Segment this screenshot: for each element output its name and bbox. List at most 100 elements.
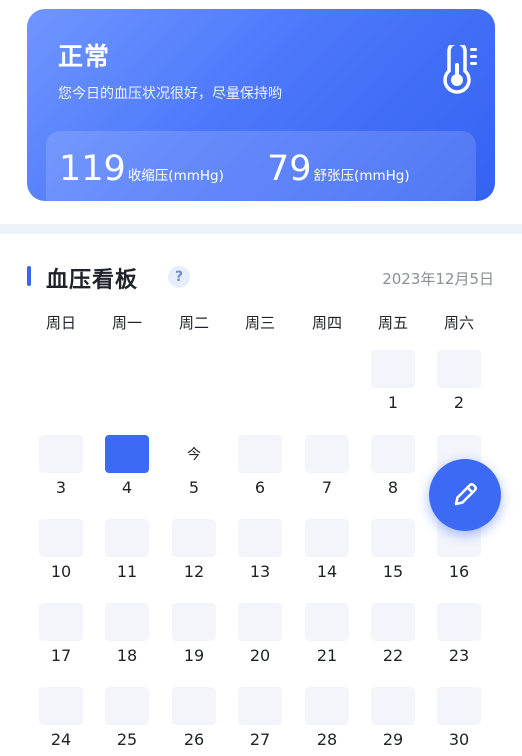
calendar-day[interactable]: 21 xyxy=(305,603,349,671)
day-reading-box[interactable] xyxy=(238,435,282,473)
help-icon[interactable]: ? xyxy=(168,266,190,288)
day-number: 17 xyxy=(50,646,72,665)
day-reading-box[interactable] xyxy=(172,603,216,641)
calendar-day[interactable]: 23 xyxy=(437,603,481,671)
calendar-day[interactable]: 29 xyxy=(371,687,415,755)
weekday-label: 周三 xyxy=(244,314,275,332)
calendar-day[interactable]: 20 xyxy=(238,603,282,671)
day-reading-box[interactable] xyxy=(437,350,481,388)
calendar-day[interactable]: 27 xyxy=(238,687,282,755)
systolic-label: 收缩压(mmHg) xyxy=(127,168,224,184)
today-marker[interactable]: 今 xyxy=(172,435,216,473)
day-number: 30 xyxy=(448,730,470,749)
day-number: 15 xyxy=(382,562,404,581)
day-reading-box[interactable] xyxy=(172,687,216,725)
day-number: 11 xyxy=(116,562,138,581)
calendar-day[interactable]: 12 xyxy=(172,519,216,587)
day-reading-box[interactable] xyxy=(371,603,415,641)
day-reading-box[interactable] xyxy=(172,519,216,557)
day-reading-box[interactable] xyxy=(371,435,415,473)
day-reading-box[interactable] xyxy=(238,687,282,725)
edit-fab-button[interactable] xyxy=(429,459,501,531)
status-message: 您今日的血压状况很好，尽量保持哟 xyxy=(58,86,282,102)
section-accent-bar xyxy=(27,266,31,286)
calendar-day[interactable]: 22 xyxy=(371,603,415,671)
day-number: 14 xyxy=(316,562,338,581)
day-reading-box[interactable] xyxy=(105,519,149,557)
calendar-day[interactable]: 3 xyxy=(39,435,83,503)
calendar-day[interactable]: 14 xyxy=(305,519,349,587)
day-reading-box[interactable] xyxy=(305,435,349,473)
weekday-label: 周五 xyxy=(377,314,408,332)
calendar-day[interactable]: 28 xyxy=(305,687,349,755)
board-date[interactable]: 2023年12月5日 xyxy=(382,268,494,289)
thermometer-icon xyxy=(443,45,477,94)
diastolic-label: 舒张压(mmHg) xyxy=(313,168,410,184)
calendar-day[interactable]: 4 xyxy=(105,435,149,503)
pencil-icon xyxy=(454,483,477,506)
day-reading-box[interactable] xyxy=(437,687,481,725)
calendar-day[interactable]: 11 xyxy=(105,519,149,587)
day-number: 25 xyxy=(116,730,138,749)
day-number: 10 xyxy=(50,562,72,581)
day-number: 12 xyxy=(183,562,205,581)
day-reading-box[interactable] xyxy=(371,519,415,557)
day-reading-box[interactable] xyxy=(105,687,149,725)
calendar-day[interactable]: 6 xyxy=(238,435,282,503)
systolic-reading: 119 收缩压(mmHg) xyxy=(59,149,224,189)
day-reading-box[interactable] xyxy=(305,687,349,725)
diastolic-reading: 79 舒张压(mmHg) xyxy=(267,149,410,189)
systolic-value: 119 xyxy=(59,149,126,189)
weekday-label: 周六 xyxy=(443,314,474,332)
day-reading-box[interactable] xyxy=(437,603,481,641)
calendar-day[interactable]: 今5 xyxy=(172,435,216,503)
day-number: 6 xyxy=(254,478,266,497)
calendar-day[interactable]: 30 xyxy=(437,687,481,755)
weekday-label: 周四 xyxy=(311,314,342,332)
day-number: 23 xyxy=(448,646,470,665)
calendar-day[interactable]: 2 xyxy=(437,350,481,418)
day-number: 21 xyxy=(316,646,338,665)
day-reading-box[interactable] xyxy=(39,687,83,725)
calendar-day[interactable]: 15 xyxy=(371,519,415,587)
bp-readings-panel: 119 收缩压(mmHg) 79 舒张压(mmHg) xyxy=(46,131,476,201)
day-number: 20 xyxy=(249,646,271,665)
day-number: 22 xyxy=(382,646,404,665)
day-reading-box[interactable] xyxy=(305,519,349,557)
day-reading-box[interactable] xyxy=(371,687,415,725)
day-reading-box[interactable] xyxy=(39,519,83,557)
day-reading-box[interactable] xyxy=(39,435,83,473)
calendar-day[interactable]: 8 xyxy=(371,435,415,503)
day-number: 24 xyxy=(50,730,72,749)
day-reading-box[interactable] xyxy=(105,435,149,473)
day-number: 2 xyxy=(453,393,465,412)
day-number: 18 xyxy=(116,646,138,665)
day-reading-box[interactable] xyxy=(238,603,282,641)
day-number: 4 xyxy=(121,478,133,497)
day-number: 29 xyxy=(382,730,404,749)
day-reading-box[interactable] xyxy=(305,603,349,641)
day-reading-box[interactable] xyxy=(371,350,415,388)
calendar-day[interactable]: 10 xyxy=(39,519,83,587)
board-title: 血压看板 xyxy=(46,268,139,293)
day-number: 13 xyxy=(249,562,271,581)
calendar-day[interactable]: 25 xyxy=(105,687,149,755)
weekday-label: 周日 xyxy=(45,314,76,332)
calendar-day[interactable]: 18 xyxy=(105,603,149,671)
calendar-day[interactable]: 19 xyxy=(172,603,216,671)
calendar-day[interactable]: 7 xyxy=(305,435,349,503)
calendar-day[interactable]: 26 xyxy=(172,687,216,755)
day-number: 1 xyxy=(387,393,399,412)
calendar-day[interactable]: 17 xyxy=(39,603,83,671)
calendar-day[interactable]: 13 xyxy=(238,519,282,587)
section-divider xyxy=(0,224,522,234)
calendar-day[interactable]: 1 xyxy=(371,350,415,418)
weekday-label: 周一 xyxy=(111,314,142,332)
day-number: 27 xyxy=(249,730,271,749)
day-reading-box[interactable] xyxy=(39,603,83,641)
day-number: 3 xyxy=(55,478,67,497)
day-number: 8 xyxy=(387,478,399,497)
day-reading-box[interactable] xyxy=(238,519,282,557)
day-reading-box[interactable] xyxy=(105,603,149,641)
calendar-day[interactable]: 24 xyxy=(39,687,83,755)
